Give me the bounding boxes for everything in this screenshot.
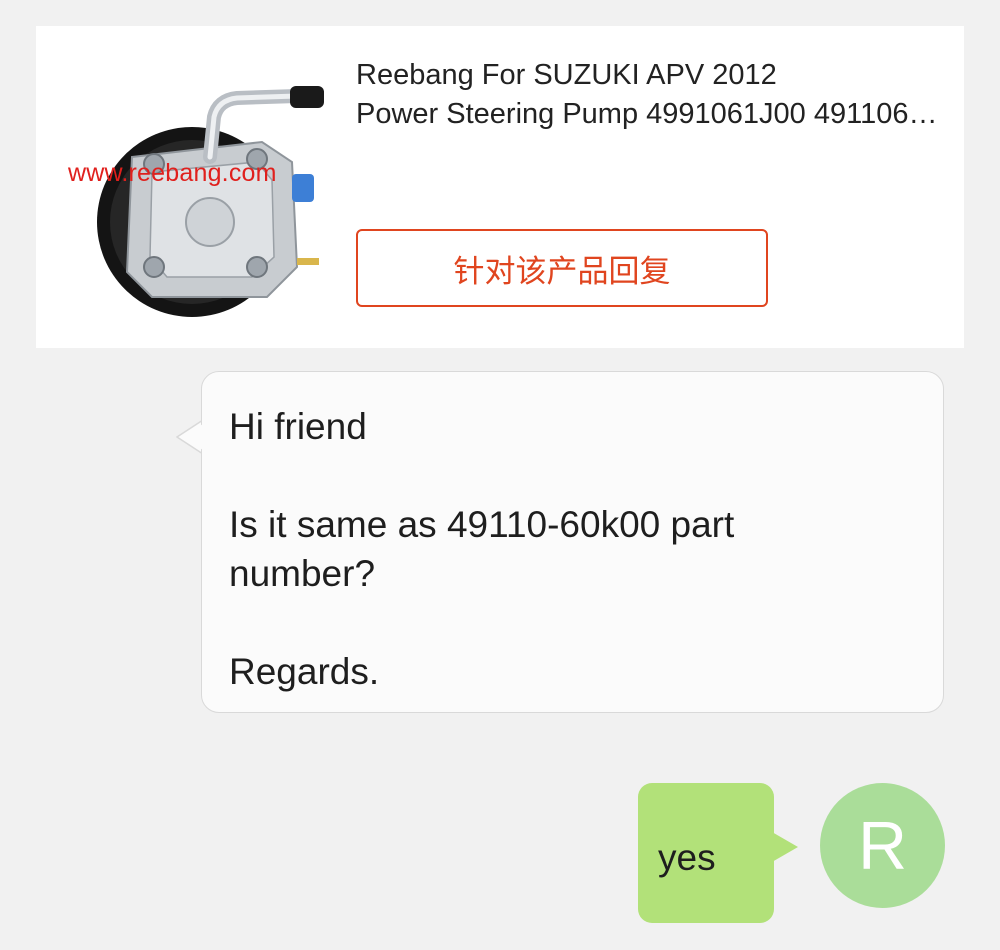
product-card[interactable]: www.reebang.com Reebang For SUZUKI APV 2… — [36, 26, 964, 348]
outgoing-message-bubble[interactable]: yes — [638, 783, 774, 923]
product-title[interactable]: Reebang For SUZUKI APV 2012 Power Steeri… — [356, 56, 946, 134]
outgoing-message-text: yes — [658, 837, 716, 878]
product-title-line-2: Power Steering Pump 4991061J00 4911060K0… — [356, 98, 946, 130]
outgoing-bubble-tail — [772, 832, 798, 862]
reply-to-product-button[interactable]: 针对该产品回复 — [356, 229, 768, 307]
incoming-message-bubble[interactable]: Hi friend Is it same as 49110-60k00 part… — [201, 371, 944, 713]
product-title-line-1: Reebang For SUZUKI APV 2012 — [356, 59, 777, 91]
incoming-message-text: Hi friend Is it same as 49110-60k00 part… — [229, 406, 735, 692]
power-steering-pump-image — [97, 86, 324, 317]
incoming-bubble-tail-cover — [183, 422, 206, 452]
user-avatar[interactable]: R — [820, 783, 945, 908]
watermark-text: www.reebang.com — [68, 159, 277, 187]
